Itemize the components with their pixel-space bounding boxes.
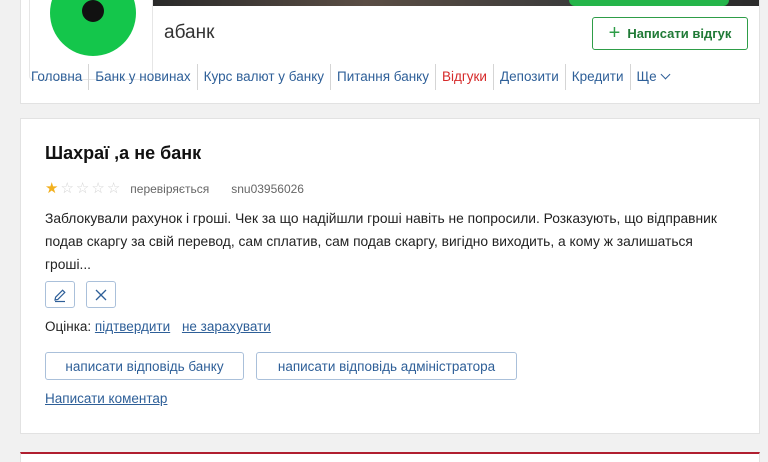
reply-admin-button[interactable]: написати відповідь адміністратора [256, 352, 517, 380]
close-icon [95, 289, 107, 300]
nav-item-rates[interactable]: Курс валют у банку [196, 64, 330, 90]
review-meta: ★ ☆ ☆ ☆ ☆ перевіряється snu03956026 [45, 181, 304, 196]
review-text: Заблокували рахунок і гроші. Чек за що н… [45, 211, 717, 272]
nav-item-questions[interactable]: Питання банку [330, 64, 435, 90]
confirm-rating-link[interactable]: підтвердити [95, 319, 170, 334]
rating-stars: ★ ☆ ☆ ☆ ☆ [45, 181, 120, 196]
reject-rating-link[interactable]: не зарахувати [182, 319, 271, 334]
nav-item-more[interactable]: Ще [629, 64, 675, 90]
plus-icon: + [608, 21, 621, 44]
bank-header: абанк + Написати відгук Головна Банк у н… [20, 0, 760, 104]
review-author: snu03956026 [231, 181, 304, 196]
nav-item-credits[interactable]: Кредити [564, 64, 630, 90]
star-icon: ★ [45, 180, 59, 197]
review-card: Шахраї ,а не банк ★ ☆ ☆ ☆ ☆ перевіряєтьс… [20, 118, 760, 434]
edit-button[interactable] [45, 281, 75, 308]
pencil-icon [54, 288, 66, 302]
reply-bank-button[interactable]: написати відповідь банку [45, 352, 244, 380]
nav-item-news[interactable]: Банк у новинах [88, 64, 196, 90]
rating-row: Оцінка: підтвердити не зарахувати [45, 319, 271, 334]
bank-name: абанк [164, 22, 215, 43]
cover-image [153, 0, 759, 6]
review-status: перевіряється [130, 181, 210, 196]
write-comment-link[interactable]: Написати коментар [45, 391, 167, 406]
rating-label: Оцінка: [45, 319, 92, 334]
cover-accent [569, 0, 729, 6]
review-title[interactable]: Шахраї ,а не банк [45, 143, 201, 164]
write-review-button[interactable]: + Написати відгук [592, 17, 748, 50]
next-review-card [20, 452, 760, 462]
bank-logo-icon [50, 0, 136, 56]
nav-item-reviews[interactable]: Відгуки [434, 64, 493, 90]
write-review-label: Написати відгук [627, 26, 732, 41]
star-icon: ☆ [91, 180, 105, 197]
chevron-down-icon [660, 69, 671, 80]
star-icon: ☆ [60, 180, 74, 197]
nav-item-deposits[interactable]: Депозити [492, 64, 565, 90]
nav-more-label: Ще [636, 69, 657, 84]
star-icon: ☆ [75, 180, 90, 197]
bank-nav: Головна Банк у новинах Курс валют у банк… [25, 64, 675, 90]
nav-item-home[interactable]: Головна [25, 64, 88, 90]
star-icon: ☆ [106, 180, 121, 197]
reject-button[interactable] [86, 281, 116, 308]
